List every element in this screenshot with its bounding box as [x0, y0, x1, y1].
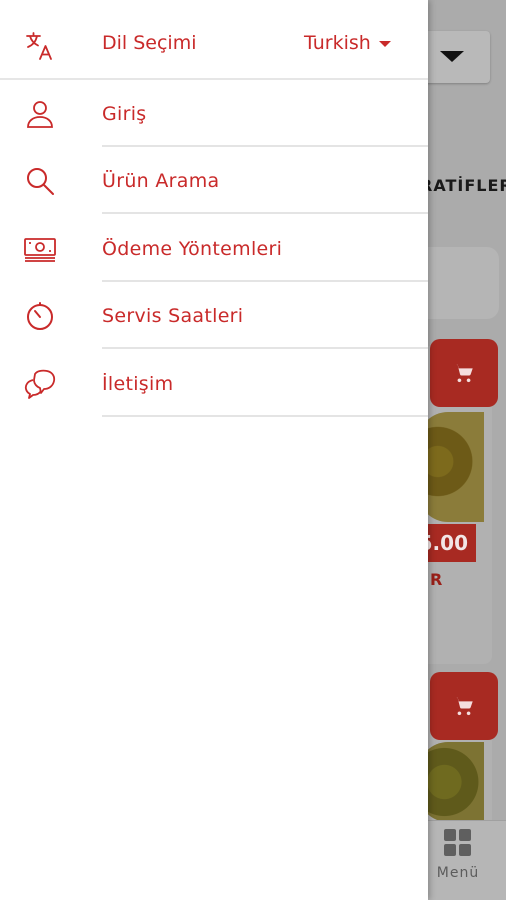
translate-icon — [22, 28, 58, 64]
language-label: Dil Seçimi — [102, 32, 197, 54]
timer-icon — [22, 298, 58, 334]
category-tab: RATİFLER — [420, 176, 506, 195]
drawer-item-label: Ödeme Yöntemleri — [102, 237, 283, 260]
divider — [102, 415, 428, 417]
menu-tab-label: Menü — [436, 865, 480, 881]
divider — [102, 347, 428, 349]
drawer-item-contact[interactable]: İletişim — [0, 350, 428, 417]
cash-icon — [22, 231, 58, 267]
divider — [102, 212, 428, 214]
add-to-cart-button — [430, 672, 498, 740]
language-dropdown[interactable]: Turkish — [304, 32, 391, 54]
dropdown-caret-icon — [378, 41, 391, 47]
drawer-item-product-search[interactable]: Ürün Arama — [0, 147, 428, 214]
add-to-cart-button — [430, 339, 498, 407]
search-icon — [22, 163, 58, 199]
cart-icon — [454, 697, 473, 716]
drawer-item-label: Giriş — [102, 102, 147, 125]
grid-icon — [444, 829, 471, 856]
product-name: R — [430, 570, 443, 589]
drawer-item-label: Ürün Arama — [102, 169, 220, 192]
drawer-item-label: İletişim — [102, 372, 174, 395]
language-selector-row[interactable]: Dil Seçimi Turkish — [0, 0, 428, 80]
cart-icon — [454, 364, 473, 383]
user-icon — [22, 96, 58, 132]
menu-tab: Menü — [430, 826, 486, 881]
chat-icon — [22, 366, 58, 402]
drawer-item-payment-methods[interactable]: Ödeme Yöntemleri — [0, 215, 428, 282]
language-value: Turkish — [304, 32, 371, 54]
caret-down-icon — [440, 51, 464, 62]
drawer-item-label: Servis Saatleri — [102, 304, 244, 327]
drawer-item-login[interactable]: Giriş — [0, 80, 428, 147]
navigation-drawer: Dil Seçimi Turkish Giriş Ürün Arama Ödem… — [0, 0, 428, 900]
drawer-item-service-hours[interactable]: Servis Saatleri — [0, 282, 428, 349]
